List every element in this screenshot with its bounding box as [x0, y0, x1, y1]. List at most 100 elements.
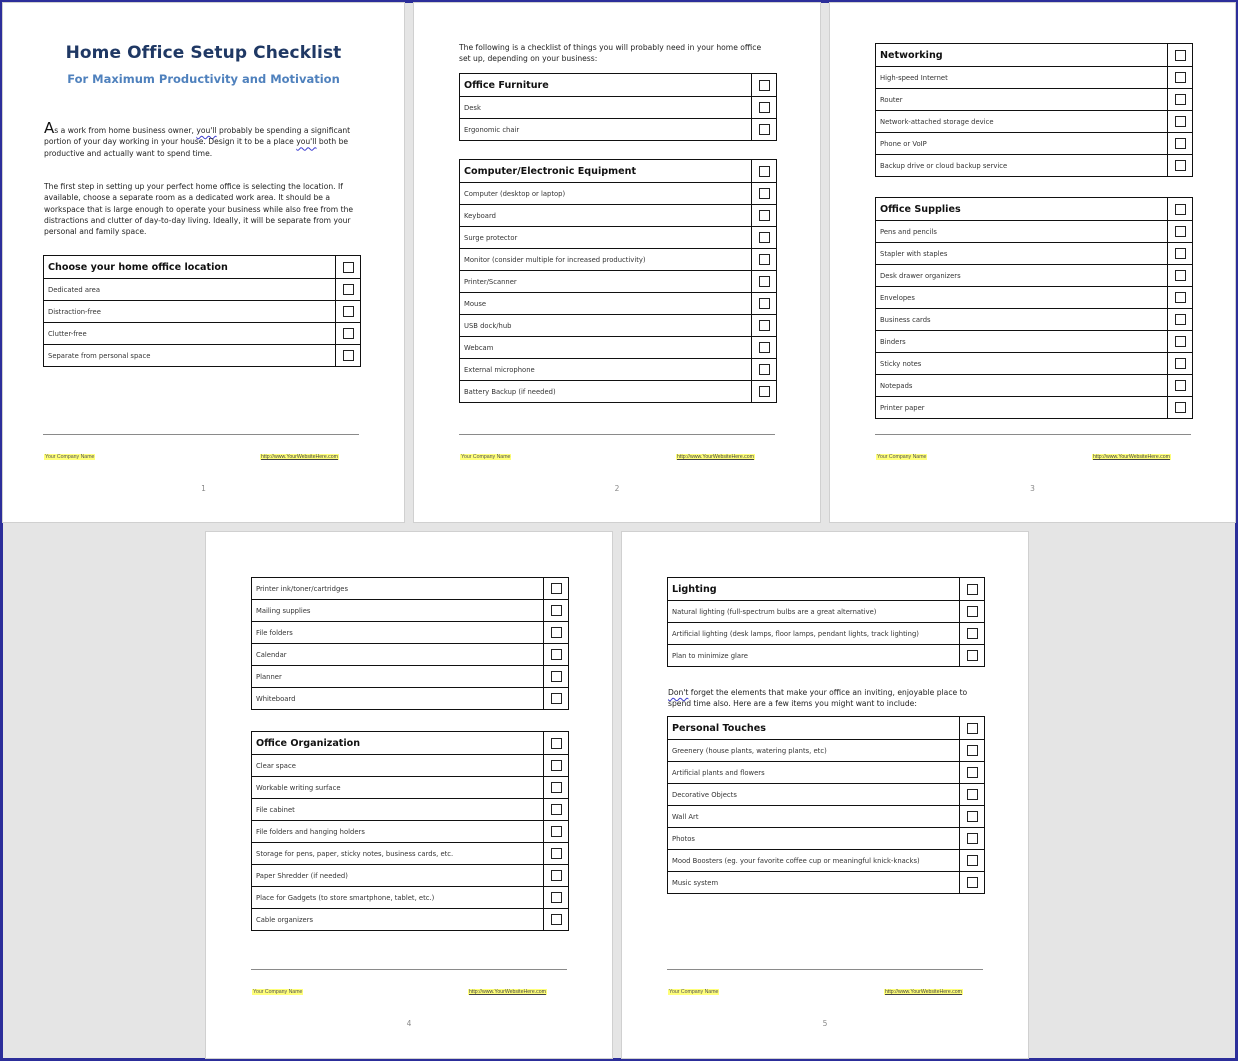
checkbox-cell: [751, 270, 777, 293]
checkbox[interactable]: [758, 165, 770, 177]
footer-url-link[interactable]: http://www.YourWebsiteHere.com: [1092, 454, 1171, 460]
checkbox[interactable]: [758, 188, 770, 199]
checklist-row: Sticky notes: [875, 352, 1193, 375]
checkbox[interactable]: [966, 650, 978, 661]
checkbox[interactable]: [758, 276, 770, 287]
checklist-item-label: Ergonomic chair: [459, 118, 752, 141]
checkbox[interactable]: [1174, 402, 1186, 413]
checkbox-cell: [543, 842, 569, 865]
checklist-row: Separate from personal space: [43, 344, 361, 367]
checkbox[interactable]: [758, 298, 770, 309]
checkbox[interactable]: [966, 811, 978, 822]
checkbox[interactable]: [342, 284, 354, 295]
checkbox[interactable]: [758, 254, 770, 265]
checkbox[interactable]: [550, 737, 562, 749]
checkbox[interactable]: [1174, 203, 1186, 215]
footer-url-link[interactable]: http://www.YourWebsiteHere.com: [884, 989, 963, 995]
checkbox[interactable]: [342, 306, 354, 317]
spellcheck-word[interactable]: you'll: [196, 126, 216, 135]
checkbox[interactable]: [1174, 358, 1186, 369]
intro-paragraph: As a work from home business owner, you'…: [44, 119, 351, 158]
checkbox[interactable]: [550, 693, 562, 704]
checkbox[interactable]: [758, 124, 770, 135]
checkbox[interactable]: [1174, 94, 1186, 105]
footer-url-link[interactable]: http://www.YourWebsiteHere.com: [260, 454, 339, 460]
checkbox[interactable]: [1174, 336, 1186, 347]
checkbox-cell: [1167, 396, 1193, 419]
checkbox[interactable]: [550, 627, 562, 638]
checkbox[interactable]: [966, 606, 978, 617]
checkbox[interactable]: [1174, 380, 1186, 391]
checklist-heading: Networking: [875, 43, 1168, 67]
document-viewport[interactable]: Home Office Setup Checklist For Maximum …: [3, 3, 1235, 1058]
checkbox-cell: [1167, 43, 1193, 67]
checkbox[interactable]: [550, 782, 562, 793]
checkbox[interactable]: [550, 605, 562, 616]
checkbox[interactable]: [758, 342, 770, 353]
checkbox[interactable]: [1174, 138, 1186, 149]
checkbox[interactable]: [966, 789, 978, 800]
checkbox[interactable]: [966, 628, 978, 639]
checkbox[interactable]: [550, 826, 562, 837]
checkbox-cell: [543, 731, 569, 755]
checkbox[interactable]: [550, 760, 562, 771]
checklist-row: Pens and pencils: [875, 220, 1193, 243]
checkbox[interactable]: [966, 722, 978, 734]
checkbox-cell: [1167, 88, 1193, 111]
checkbox[interactable]: [1174, 270, 1186, 281]
checkbox[interactable]: [550, 914, 562, 925]
checkbox[interactable]: [550, 892, 562, 903]
checkbox[interactable]: [550, 583, 562, 594]
checklist-row: Monitor (consider multiple for increased…: [459, 248, 777, 271]
checklist-row: Network-attached storage device: [875, 110, 1193, 133]
checkbox[interactable]: [758, 210, 770, 221]
checkbox[interactable]: [550, 804, 562, 815]
checkbox-cell: [335, 255, 361, 279]
checkbox-cell: [751, 204, 777, 227]
checkbox[interactable]: [966, 833, 978, 844]
checkbox[interactable]: [1174, 116, 1186, 127]
checkbox[interactable]: [758, 102, 770, 113]
checkbox[interactable]: [550, 649, 562, 660]
footer-url-link[interactable]: http://www.YourWebsiteHere.com: [676, 454, 755, 460]
checkbox[interactable]: [966, 855, 978, 866]
checkbox[interactable]: [1174, 248, 1186, 259]
checkbox[interactable]: [550, 671, 562, 682]
checkbox[interactable]: [758, 320, 770, 331]
checkbox[interactable]: [550, 848, 562, 859]
spellcheck-word[interactable]: Don't: [668, 688, 688, 697]
page-number: 5: [822, 1019, 828, 1028]
checkbox[interactable]: [1174, 226, 1186, 237]
checkbox[interactable]: [550, 870, 562, 881]
checklist-table: Networking High-speed Internet Router Netwo…: [875, 43, 1193, 177]
spellcheck-word[interactable]: you'll: [296, 137, 316, 146]
footer-url-link[interactable]: http://www.YourWebsiteHere.com: [468, 989, 547, 995]
checkbox-cell: [335, 300, 361, 323]
checkbox[interactable]: [758, 386, 770, 397]
checkbox[interactable]: [1174, 72, 1186, 83]
checkbox[interactable]: [758, 364, 770, 375]
checkbox-cell: [543, 820, 569, 843]
checkbox[interactable]: [966, 767, 978, 778]
checkbox[interactable]: [758, 79, 770, 91]
checkbox[interactable]: [966, 745, 978, 756]
checkbox-cell: [751, 226, 777, 249]
checkbox[interactable]: [342, 328, 354, 339]
checkbox[interactable]: [758, 232, 770, 243]
checkbox[interactable]: [1174, 160, 1186, 171]
checklist-table: Lighting Natural lighting (full-spectrum …: [667, 577, 985, 667]
checklist-item-label: Decorative Objects: [667, 783, 960, 806]
checkbox[interactable]: [966, 877, 978, 888]
checklist-item-label: Notepads: [875, 374, 1168, 397]
checklist-item-label: Keyboard: [459, 204, 752, 227]
checkbox[interactable]: [1174, 314, 1186, 325]
checkbox[interactable]: [342, 350, 354, 361]
page-1: Home Office Setup Checklist For Maximum …: [3, 3, 404, 522]
checklist-item-label: File folders: [251, 621, 544, 644]
checkbox[interactable]: [1174, 292, 1186, 303]
checkbox-cell: [335, 278, 361, 301]
checkbox[interactable]: [342, 261, 354, 273]
checklist-row: Workable writing surface: [251, 776, 569, 799]
checkbox[interactable]: [966, 583, 978, 595]
checkbox[interactable]: [1174, 49, 1186, 61]
